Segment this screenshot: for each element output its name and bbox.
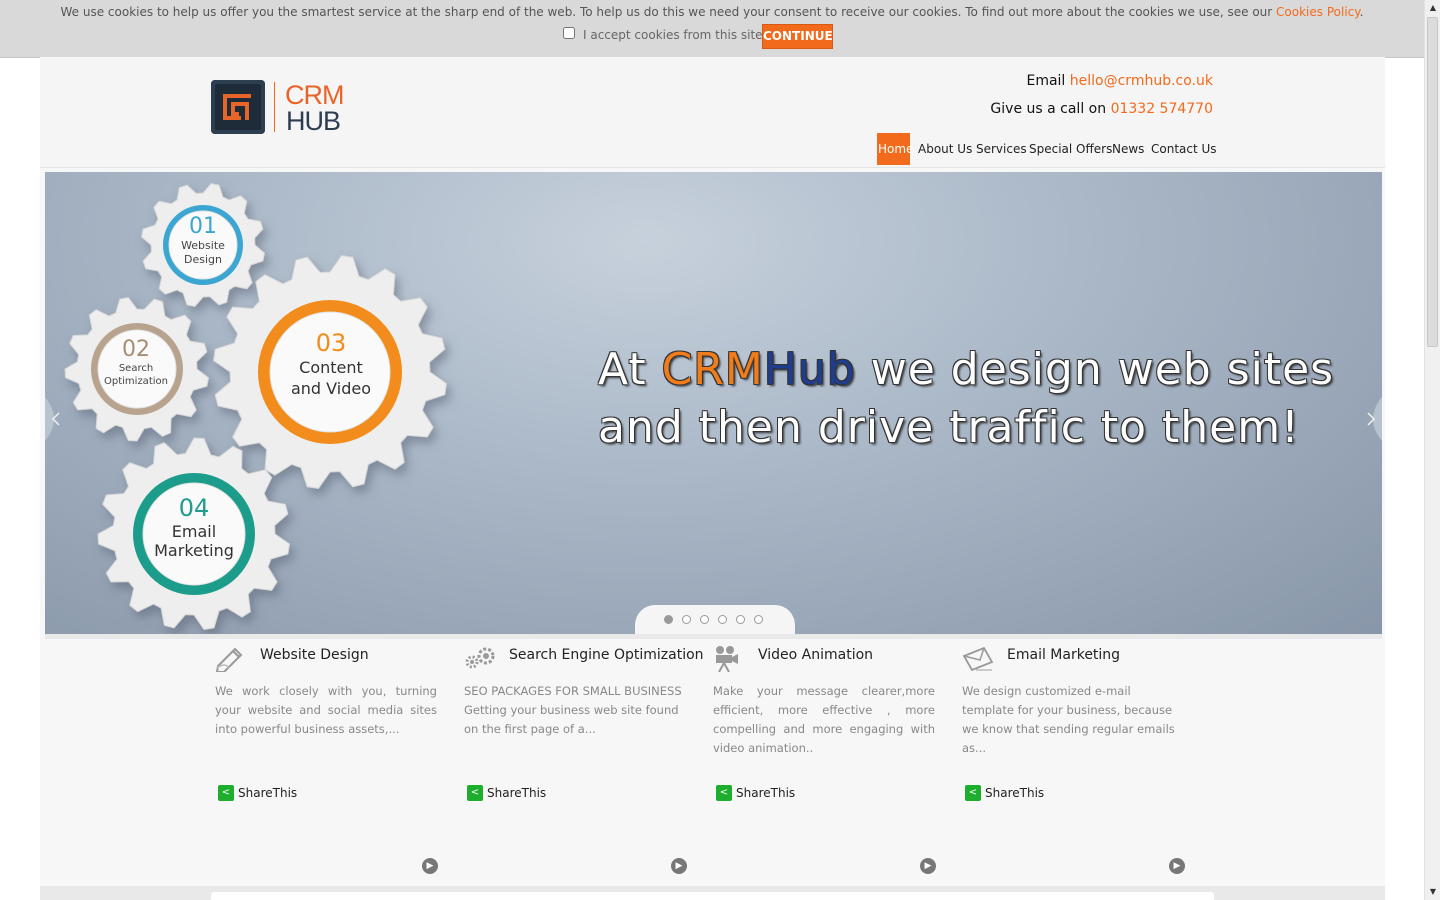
gear-04-label: Email Marketing xyxy=(154,522,234,560)
slider-dot-4[interactable] xyxy=(718,615,727,624)
video-camera-icon xyxy=(713,644,745,673)
gear-01-label: Website Design xyxy=(181,239,225,266)
slider-bottom-edge xyxy=(45,634,1382,639)
vertical-scrollbar[interactable]: ▲ ▼ xyxy=(1424,0,1440,900)
hero-headline: At CRMHub we design web sites and then d… xyxy=(598,341,1334,457)
nav-contact-us[interactable]: Contact Us xyxy=(1151,133,1217,165)
call-label: Give us a call on xyxy=(990,101,1111,117)
service-title[interactable]: Website Design xyxy=(260,647,369,663)
hero-headline-line2: and then drive traffic to them! xyxy=(598,402,1300,453)
gear-04-number: 04 xyxy=(178,494,210,522)
read-more-arrow-icon[interactable]: ▶ xyxy=(920,858,936,874)
read-more-arrow-icon[interactable]: ▶ xyxy=(1169,858,1185,874)
gear-03: 03 Content and Video xyxy=(276,329,386,399)
sharethis-label: ShareThis xyxy=(736,786,796,800)
slider-dot-2[interactable] xyxy=(682,615,691,624)
nav-about-us[interactable]: About Us xyxy=(918,133,972,165)
share-icon: < xyxy=(716,785,732,801)
sharethis-label: ShareThis xyxy=(985,786,1045,800)
service-email-marketing: Email Marketing We design customized e-m… xyxy=(962,642,1185,892)
scroll-thumb[interactable] xyxy=(1427,17,1438,347)
gear-03-number: 03 xyxy=(315,329,347,357)
slider-next-icon[interactable] xyxy=(1358,397,1382,441)
gears-illustration xyxy=(64,182,447,631)
scroll-up-arrow-icon[interactable]: ▲ xyxy=(1425,0,1440,16)
envelope-icon xyxy=(962,644,994,672)
gear-01-number: 01 xyxy=(189,214,217,239)
nav-news[interactable]: News xyxy=(1112,133,1144,165)
cookie-message-period: . xyxy=(1359,5,1364,19)
nav-services[interactable]: Services xyxy=(976,133,1027,165)
headline-pre: At xyxy=(598,344,662,395)
contact-email: Email hello@crmhub.co.uk xyxy=(1026,73,1213,89)
hero-headline-line1: At CRMHub we design web sites xyxy=(598,341,1334,399)
gear-02-label: Search Optimization xyxy=(104,363,168,387)
accept-cookies-checkbox[interactable] xyxy=(563,27,575,39)
continue-button[interactable]: CONTINUE xyxy=(762,24,833,49)
service-description: Make your message clearer,more efficient… xyxy=(713,684,935,755)
service-description: We design customized e-mail template for… xyxy=(962,684,1175,755)
service-video-animation: Video Animation Make your message cleare… xyxy=(713,642,936,892)
slider-prev-icon[interactable] xyxy=(45,397,69,441)
gear-04: 04 Email Marketing xyxy=(144,494,244,560)
headline-brand-crm: CRM xyxy=(661,344,764,395)
cookie-message-text: We use cookies to help us offer you the … xyxy=(60,5,1277,19)
service-seo: Search Engine Optimization SEO PACKAGES … xyxy=(464,642,704,892)
accept-cookies-label: I accept cookies from this site. xyxy=(583,28,767,42)
read-more-arrow-icon[interactable]: ▶ xyxy=(671,858,687,874)
headline-post: we design web sites xyxy=(855,344,1335,395)
slider-pagination xyxy=(635,605,795,634)
slider-dot-1[interactable] xyxy=(664,615,673,624)
slider-dot-3[interactable] xyxy=(700,615,709,624)
headline-brand-hub: Hub xyxy=(763,344,856,395)
slider-dot-5[interactable] xyxy=(736,615,745,624)
pencil-icon xyxy=(215,644,247,673)
service-title[interactable]: Video Animation xyxy=(758,647,873,663)
slider-dot-6[interactable] xyxy=(754,615,763,624)
contact-phone: Give us a call on 01332 574770 xyxy=(990,101,1213,117)
cookie-consent-bar: We use cookies to help us offer you the … xyxy=(0,0,1424,58)
email-link[interactable]: hello@crmhub.co.uk xyxy=(1070,73,1213,89)
share-icon: < xyxy=(467,785,483,801)
gear-01: 01 Website Design xyxy=(163,215,243,267)
read-more-arrow-icon[interactable]: ▶ xyxy=(422,858,438,874)
hero-slider: 01 Website Design 02 Search Optimization… xyxy=(45,172,1382,634)
nav-home[interactable]: Home xyxy=(877,133,913,165)
share-icon: < xyxy=(218,785,234,801)
gears-icon xyxy=(464,644,496,672)
site-header: CRM HUB Email hello@crmhub.co.uk Give us… xyxy=(40,57,1385,168)
sharethis-label: ShareThis xyxy=(487,786,547,800)
gear-02-number: 02 xyxy=(122,337,150,362)
service-description: SEO PACKAGES FOR SMALL BUSINESS Getting … xyxy=(464,684,682,736)
sharethis-label: ShareThis xyxy=(238,786,298,800)
email-label: Email xyxy=(1026,73,1070,89)
service-description: We work closely with you, turning your w… xyxy=(215,684,437,736)
cookies-policy-link[interactable]: Cookies Policy xyxy=(1276,5,1360,19)
service-website-design: Website Design We work closely with you,… xyxy=(215,642,438,892)
share-icon: < xyxy=(965,785,981,801)
crmhub-logo[interactable]: CRM HUB xyxy=(211,80,356,138)
scroll-down-arrow-icon[interactable]: ▼ xyxy=(1425,884,1440,900)
logo-text-hub: HUB xyxy=(286,106,341,136)
page-container: CRM HUB Email hello@crmhub.co.uk Give us… xyxy=(40,57,1385,900)
logo-mark-icon xyxy=(211,80,265,134)
cookie-message: We use cookies to help us offer you the … xyxy=(0,5,1424,19)
logo-separator xyxy=(274,82,275,132)
phone-link[interactable]: 01332 574770 xyxy=(1111,101,1213,117)
gear-03-label: Content and Video xyxy=(290,358,371,398)
service-title[interactable]: Search Engine Optimization xyxy=(509,647,704,663)
gear-02: 02 Search Optimization xyxy=(96,338,176,388)
service-title[interactable]: Email Marketing xyxy=(1007,647,1120,663)
nav-special-offers[interactable]: Special Offers xyxy=(1029,133,1112,165)
footer-panel xyxy=(211,892,1214,900)
